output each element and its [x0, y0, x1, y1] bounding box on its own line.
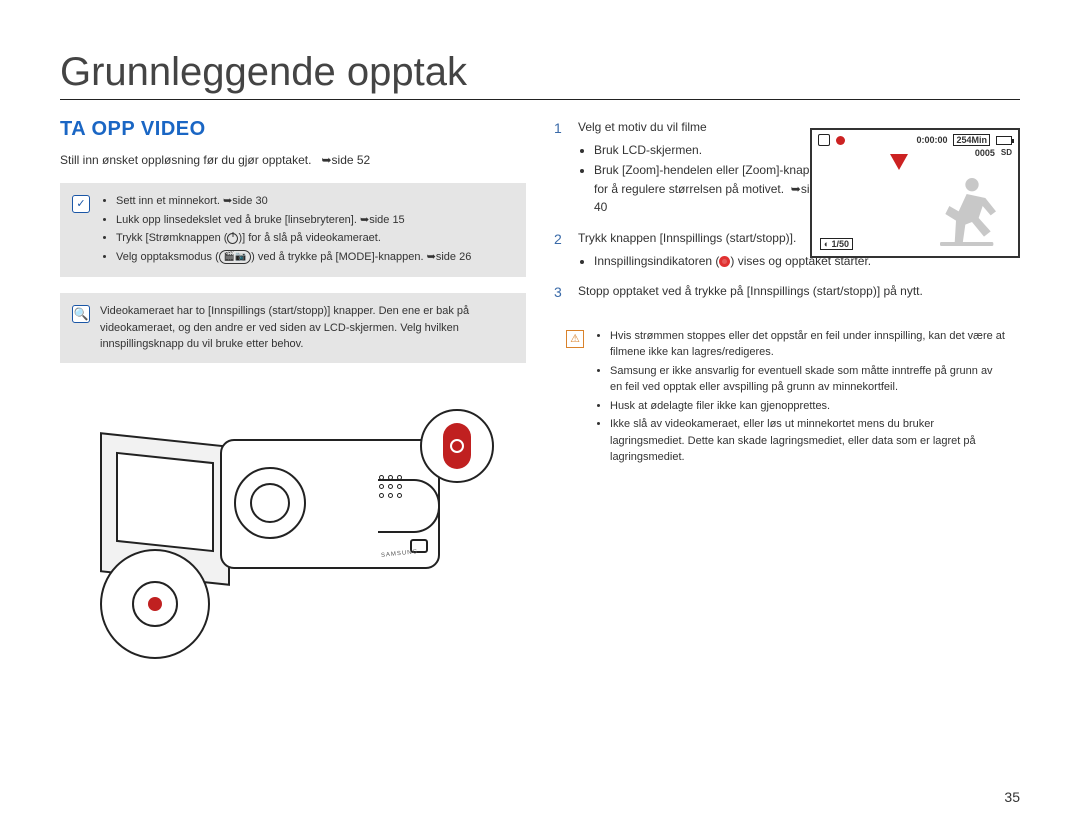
- magnifier-icon: 🔍: [72, 305, 90, 323]
- arrow-icon: ➥: [427, 251, 436, 263]
- tip-text: Sett inn et minnekort.: [116, 195, 220, 207]
- brand-label: SAMSUNG: [380, 549, 418, 559]
- tip-item: Trykk [Strømknappen ()] for å slå på vid…: [116, 230, 471, 247]
- page-title: Grunnleggende opptak: [60, 50, 1020, 100]
- photo-mode-icon: 📷: [235, 250, 246, 264]
- step-bullet: Bruk [Zoom]-hendelen eller [Zoom]-knappe…: [594, 161, 838, 217]
- section-heading: TA OPP VIDEO: [60, 118, 526, 141]
- tip-ref: side 30: [232, 195, 267, 207]
- step-3: 3 Stopp opptaket ved å trykke på [Innspi…: [554, 282, 1020, 304]
- aperture-icon: ◐: [824, 239, 829, 249]
- warning-item: Ikke slå av videokameraet, eller løs ut …: [610, 416, 1006, 466]
- tip-text: Lukk opp linsedekslet ved å bruke [linse…: [116, 214, 357, 226]
- camera-lens-illustration: [234, 467, 306, 539]
- note-box: 🔍 Videokameraet har to [Innspillings (st…: [60, 293, 526, 363]
- tip-ref: side 26: [436, 251, 471, 263]
- warning-list: Hvis strømmen stoppes eller det oppstår …: [594, 328, 1006, 468]
- record-button-icon: [148, 597, 162, 611]
- video-mode-icon: 🎬: [224, 250, 235, 264]
- side-record-button-callout: [100, 549, 210, 659]
- warning-item: Husk at ødelagte filer ikke kan gjenoppr…: [610, 398, 1006, 415]
- camcorder-illustration: SAMSUNG: [60, 379, 460, 629]
- speaker-holes-illustration: [379, 475, 402, 498]
- clip-counter: 0005: [975, 148, 995, 158]
- warning-icon: ⚠: [566, 330, 584, 348]
- step-text: Velg et motiv du vil filme: [578, 120, 707, 134]
- tip-item: Velg opptaksmodus (🎬📷) ved å trykke på […: [116, 249, 471, 266]
- step-number: 3: [554, 282, 568, 304]
- intro-body: Still inn ønsket oppløsning før du gjør …: [60, 153, 311, 167]
- arrow-icon: ➥: [791, 182, 801, 196]
- rear-record-button-callout: [420, 409, 494, 483]
- left-column: TA OPP VIDEO Still inn ønsket oppløsning…: [60, 118, 526, 629]
- sd-card-label: SD: [1001, 148, 1012, 158]
- intro-text: Still inn ønsket oppløsning før du gjør …: [60, 151, 526, 169]
- warning-item: Samsung er ikke ansvarlig for eventuell …: [610, 363, 1006, 396]
- remaining-time: 254Min: [953, 134, 990, 146]
- mode-icon-group: 🎬📷: [219, 250, 251, 264]
- shutter-value: 1/50: [831, 239, 849, 249]
- record-indicator-icon: [836, 136, 845, 145]
- warning-box: ⚠ Hvis strømmen stoppes eller det oppstå…: [554, 318, 1020, 478]
- arrow-icon: ➥: [360, 214, 369, 226]
- intro-ref: side 52: [332, 151, 371, 169]
- page-number: 35: [1004, 789, 1020, 805]
- step-number: 2: [554, 229, 568, 272]
- record-indicator-icon: [719, 256, 730, 267]
- step-text: Trykk knappen [Innspillings (start/stopp…: [578, 231, 796, 245]
- battery-icon: [996, 136, 1012, 145]
- lcd-screen-mock: 0:00:00 254Min 0005 SD ◐ 1/50: [810, 128, 1020, 258]
- tip-ref: side 15: [369, 214, 404, 226]
- arrow-icon: ➥: [223, 195, 232, 207]
- skater-silhouette-icon: [932, 170, 1012, 250]
- shutter-speed: ◐ 1/50: [820, 238, 853, 250]
- tip-list: Sett inn et minnekort. ➥side 30 Lukk opp…: [100, 193, 471, 267]
- camera-body-illustration: SAMSUNG: [220, 439, 440, 569]
- storage-icon: [818, 134, 830, 146]
- record-button-icon: [443, 423, 471, 469]
- step-bullet: Bruk LCD-skjermen.: [594, 141, 838, 160]
- elapsed-time: 0:00:00: [916, 135, 947, 145]
- step-text: Stopp opptaket ved å trykke på [Innspill…: [578, 282, 923, 304]
- tip-box: ✓ Sett inn et minnekort. ➥side 30 Lukk o…: [60, 183, 526, 277]
- tip-item: Lukk opp linsedekslet ved å bruke [linse…: [116, 212, 471, 229]
- tip-item: Sett inn et minnekort. ➥side 30: [116, 193, 471, 210]
- note-text: Videokameraet har to [Innspillings (star…: [100, 303, 512, 353]
- check-icon: ✓: [72, 195, 90, 213]
- cursor-icon: [890, 154, 908, 170]
- warning-item: Hvis strømmen stoppes eller det oppstår …: [610, 328, 1006, 361]
- arrow-icon: ➥: [321, 151, 331, 169]
- step-number: 1: [554, 118, 568, 219]
- power-icon: [227, 233, 238, 244]
